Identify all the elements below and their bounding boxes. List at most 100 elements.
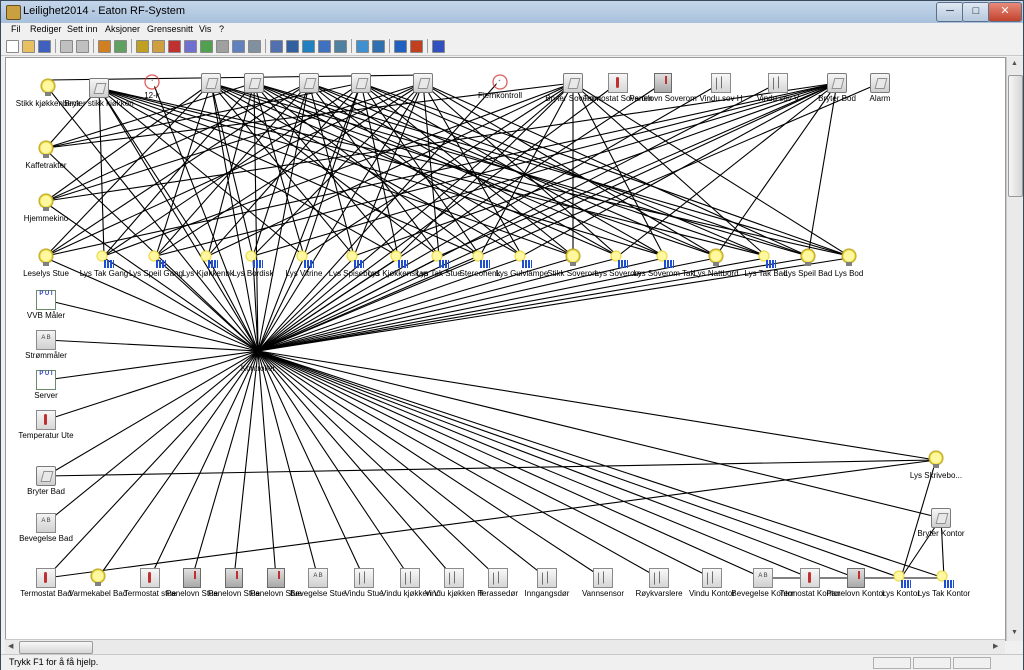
menu-grensesnitt[interactable]: Grensesnitt [147, 24, 193, 34]
minimize-button[interactable]: ─ [936, 2, 964, 22]
redo-icon[interactable] [76, 40, 89, 53]
device-d8[interactable] [386, 73, 460, 94]
device-d36[interactable]: Lys Bod [812, 248, 886, 278]
window-icon[interactable] [270, 40, 283, 53]
info-icon[interactable] [432, 40, 445, 53]
edit-icon[interactable] [98, 40, 111, 53]
close-button[interactable]: ✕ [988, 2, 1022, 22]
device-d41[interactable]: Bryter Bad [9, 466, 83, 496]
toolbar-separator [351, 39, 352, 53]
menu-rediger[interactable]: Rediger [30, 24, 62, 34]
link-line [257, 350, 945, 579]
window-icon [649, 568, 669, 588]
link-line [257, 350, 499, 579]
device-canvas[interactable]: Kontroller Stikk kjøkkenbenk Bryter stikk … [5, 57, 1006, 641]
horizontal-scrollbar[interactable]: ◀ ▶ [5, 639, 1005, 654]
menu-sett-inn[interactable]: Sett inn [67, 24, 98, 34]
device-icon[interactable] [216, 40, 229, 53]
dimmer-icon [146, 248, 166, 268]
thermo-icon [36, 410, 56, 430]
device-label: Bryter stikk kjøkken [64, 99, 134, 108]
device-d40[interactable]: Temperatur Ute [9, 410, 83, 440]
thermo-icon [36, 568, 56, 588]
menu-vis[interactable]: Vis [199, 24, 211, 34]
menu-fil[interactable]: Fil [11, 24, 21, 34]
zoom-in-icon[interactable] [394, 40, 407, 53]
flag-icon[interactable] [168, 40, 181, 53]
panel-icon [654, 73, 672, 93]
layers-icon[interactable] [372, 40, 385, 53]
device-label: Bevegelse Bad [19, 534, 73, 543]
status-pane [953, 657, 991, 669]
connection-lines [45, 74, 945, 579]
device-d44[interactable]: Bryter Kontor [904, 508, 978, 538]
device-d17[interactable]: Kaffetrakter [9, 140, 83, 170]
vertical-scroll-thumb[interactable] [1008, 75, 1023, 197]
bug-icon[interactable] [200, 40, 213, 53]
scroll-down-icon[interactable]: ▼ [1011, 629, 1018, 636]
save-icon[interactable] [38, 40, 51, 53]
properties-icon[interactable] [248, 40, 261, 53]
device-label: Lys Skrivebo... [909, 471, 963, 480]
device-label: Server [34, 391, 58, 400]
bulb-icon [36, 193, 56, 213]
link-line [253, 82, 850, 257]
network-icon[interactable] [334, 40, 347, 53]
device-d38[interactable]: Strømmåler [9, 330, 83, 360]
switch-icon [931, 508, 951, 528]
window-icon [711, 73, 731, 93]
window-icon [593, 568, 613, 588]
menu-bar: Fil Rediger Sett inn Aksjoner Grensesnit… [1, 23, 1023, 37]
refresh-icon[interactable] [356, 40, 369, 53]
zoom-out-icon[interactable] [410, 40, 423, 53]
panel-icon[interactable] [286, 40, 299, 53]
vertical-scrollbar[interactable]: ▲ ▼ [1006, 57, 1023, 641]
bulb-icon [839, 248, 859, 268]
device-d64[interactable]: Lys Tak Kontor [907, 568, 981, 598]
window-title: Leilighet2014 - Eaton RF-System [23, 5, 186, 17]
thermo-icon [608, 73, 628, 93]
settings-icon[interactable] [152, 40, 165, 53]
undo-icon[interactable] [60, 40, 73, 53]
tools-icon[interactable] [184, 40, 197, 53]
device-d9[interactable]: Fjernkontroll [463, 70, 537, 100]
scroll-up-icon[interactable]: ▲ [1011, 60, 1018, 67]
link-line [353, 82, 838, 257]
link-line [253, 82, 399, 257]
device-d42[interactable]: Bevegelse Bad [9, 513, 83, 543]
device-d37[interactable]: VVB Måler [9, 290, 83, 320]
monitor-icon[interactable] [302, 40, 315, 53]
device-label: Hjemmekino [23, 214, 69, 223]
switch-icon [36, 466, 56, 486]
device-d18[interactable]: Hjemmekino [9, 193, 83, 223]
menu-help[interactable]: ? [219, 24, 224, 34]
scroll-right-icon[interactable]: ▶ [993, 642, 998, 650]
new-icon[interactable] [6, 40, 19, 53]
list-icon[interactable] [232, 40, 245, 53]
device-d43[interactable]: Lys Skrivebo... [899, 450, 973, 480]
link-line [45, 459, 937, 579]
link-line [191, 350, 259, 579]
sensor-icon [36, 330, 56, 350]
scroll-left-icon[interactable]: ◀ [8, 642, 13, 650]
device-d16[interactable]: Alarm [843, 73, 917, 103]
horizontal-scroll-thumb[interactable] [19, 641, 93, 654]
link-line [257, 350, 902, 579]
title-bar[interactable]: Leilighet2014 - Eaton RF-System ─ □ ✕ [1, 1, 1023, 24]
status-pane [913, 657, 951, 669]
device-d39[interactable]: Server [9, 370, 83, 400]
panel-icon [847, 568, 865, 588]
bulb-icon [36, 248, 56, 268]
central-controller[interactable]: Kontroller [221, 348, 295, 373]
toolbar-separator [265, 39, 266, 53]
window-icon [702, 568, 722, 588]
key-icon[interactable] [136, 40, 149, 53]
menu-aksjoner[interactable]: Aksjoner [105, 24, 140, 34]
maximize-button[interactable]: □ [962, 2, 990, 22]
link-line [257, 350, 660, 579]
link-line [210, 82, 440, 257]
open-icon[interactable] [22, 40, 35, 53]
grid-icon[interactable] [114, 40, 127, 53]
bars-icon[interactable] [318, 40, 331, 53]
controller-hub-icon [255, 348, 261, 354]
